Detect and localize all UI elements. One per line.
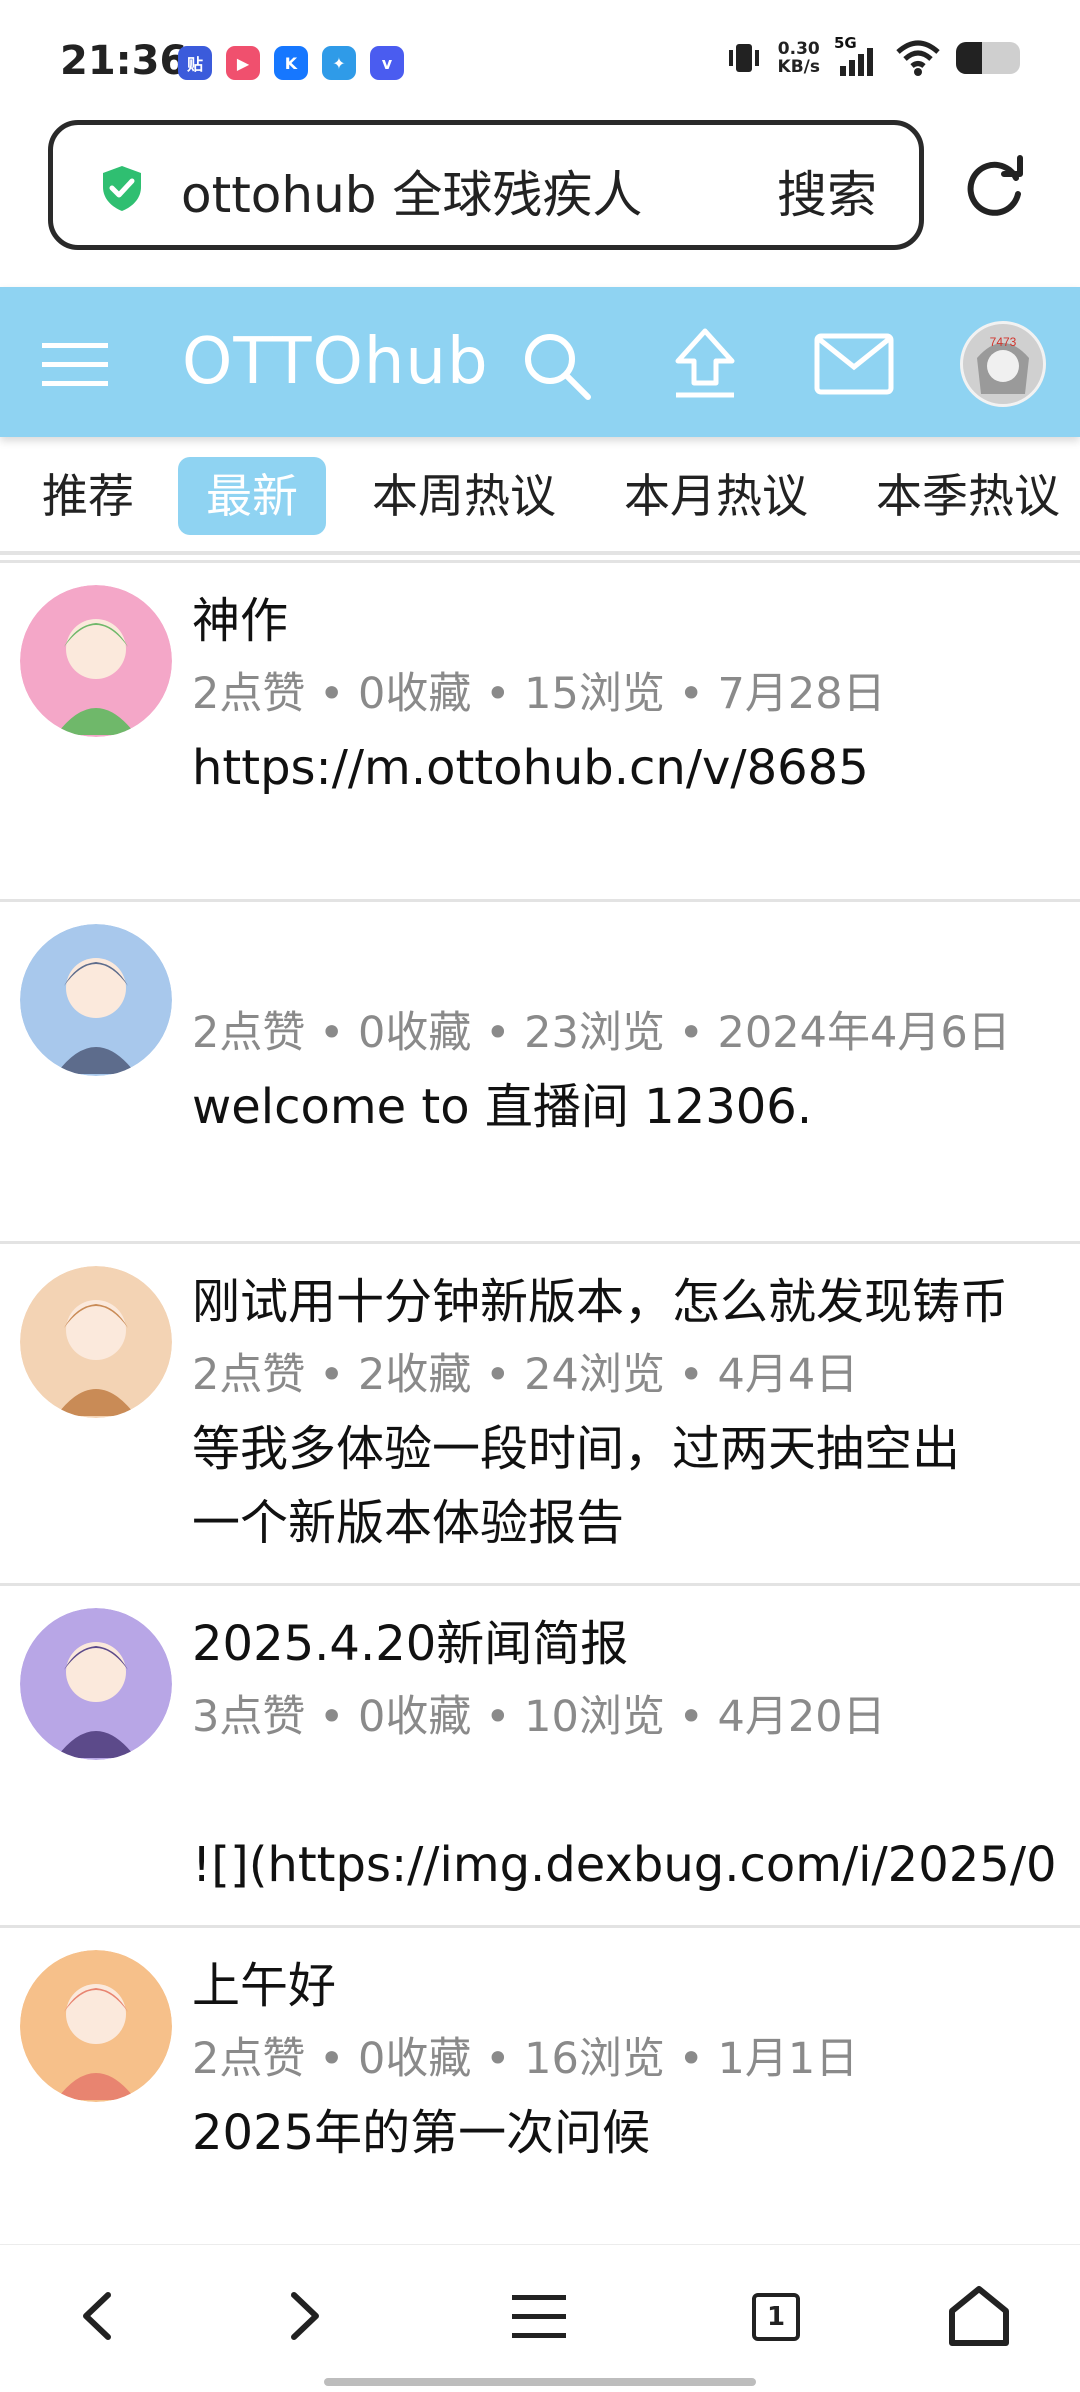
forward-icon[interactable] — [268, 2281, 338, 2351]
vivo-icon: v — [370, 46, 404, 80]
post-body: welcome to 直播间 12306. — [192, 1079, 813, 1135]
upload-icon[interactable] — [672, 327, 738, 401]
app-header: OTTOhub 7473 — [0, 287, 1080, 437]
tab-latest[interactable]: 最新 — [178, 457, 326, 535]
category-tabs: 推荐 最新 本周热议 本月热议 本季热议 — [0, 437, 1080, 555]
post-meta: 2点赞 • 2收藏 • 24浏览 • 4月4日 — [192, 1350, 859, 1400]
post-meta: 3点赞 • 0收藏 • 10浏览 • 4月20日 — [192, 1692, 886, 1742]
tab-recommend[interactable]: 推荐 — [42, 457, 134, 535]
tab-switcher-button[interactable]: 1 — [752, 2293, 800, 2341]
tab-season-hot[interactable]: 本季热议 — [876, 457, 1060, 535]
wifi-icon — [896, 40, 940, 76]
post-title: 刚试用十分钟新版本，怎么就发现铸币 — [192, 1274, 1009, 1330]
address-text[interactable]: ottohub 全球残疾人 — [181, 155, 642, 227]
svg-text:7473: 7473 — [990, 335, 1017, 349]
system-indicators: 0.30 KB/s 5G — [724, 34, 1020, 78]
address-bar[interactable]: ottohub 全球残疾人 搜索 — [48, 120, 924, 250]
list-item[interactable]: 神作 2点赞 • 0收藏 • 15浏览 • 7月28日 https://m.ot… — [0, 560, 1080, 902]
search-button[interactable]: 搜索 — [777, 155, 877, 227]
telecom-icon: ✦ — [322, 46, 356, 80]
avatar[interactable] — [20, 1950, 172, 2102]
browser-menu-icon[interactable] — [504, 2281, 574, 2351]
status-time: 21:36 — [60, 38, 188, 84]
k-app-icon: K — [274, 46, 308, 80]
post-title: 神作 — [192, 593, 289, 649]
tab-monthly-hot[interactable]: 本月热议 — [624, 457, 808, 535]
app-title: OTTOhub — [182, 325, 489, 399]
list-item[interactable]: 上午好 2点赞 • 0收藏 • 16浏览 • 1月1日 2025年的第一次问候 — [0, 1928, 1080, 2270]
avatar[interactable] — [20, 585, 172, 737]
post-body: 等我多体验一段时间，过两天抽空出 一个新版本体验报告 — [192, 1421, 961, 1551]
tab-weekly-hot[interactable]: 本周热议 — [372, 457, 556, 535]
vibrate-icon — [728, 44, 759, 72]
home-indicator[interactable] — [324, 2378, 756, 2386]
avatar[interactable] — [20, 1266, 172, 1418]
home-icon[interactable] — [944, 2281, 1014, 2351]
avatar[interactable] — [20, 924, 172, 1076]
notification-icons: 贴 ▶ K ✦ v — [178, 46, 404, 80]
mail-icon[interactable] — [814, 333, 894, 395]
secure-shield-icon — [103, 166, 141, 211]
post-body: 2025年的第一次问候 — [192, 2105, 651, 2161]
browser-bottom-nav: 1 — [0, 2244, 1080, 2392]
post-meta: 2点赞 • 0收藏 • 16浏览 • 1月1日 — [192, 2034, 859, 2084]
menu-icon[interactable] — [42, 341, 108, 389]
battery-icon — [956, 42, 1020, 74]
list-item[interactable]: 2点赞 • 0收藏 • 23浏览 • 2024年4月6日 welcome to … — [0, 902, 1080, 1244]
user-avatar[interactable]: 7473 — [960, 321, 1046, 407]
signal-icon: 5G — [834, 34, 880, 78]
reload-icon[interactable] — [960, 152, 1030, 222]
status-bar: 21:36 贴 ▶ K ✦ v 0.30 KB/s 5G — [0, 0, 1080, 120]
video-app-icon: ▶ — [226, 46, 260, 80]
search-icon[interactable] — [520, 329, 592, 401]
net-speed: 0.30 KB/s — [777, 39, 820, 77]
post-meta: 2点赞 • 0收藏 • 15浏览 • 7月28日 — [192, 669, 886, 719]
back-icon[interactable] — [64, 2281, 134, 2351]
post-feed: 神作 2点赞 • 0收藏 • 15浏览 • 7月28日 https://m.ot… — [0, 560, 1080, 2270]
list-item[interactable]: 刚试用十分钟新版本，怎么就发现铸币 2点赞 • 2收藏 • 24浏览 • 4月4… — [0, 1244, 1080, 1586]
post-body: ![](https://img.dexbug.com/i/2025/0 — [192, 1837, 1057, 1893]
tieba-icon: 贴 — [178, 46, 212, 80]
post-meta: 2点赞 • 0收藏 • 23浏览 • 2024年4月6日 — [192, 1008, 1011, 1058]
list-item[interactable]: 2025.4.20新闻简报 3点赞 • 0收藏 • 10浏览 • 4月20日 !… — [0, 1586, 1080, 1928]
post-body: https://m.ottohub.cn/v/8685 — [192, 740, 869, 796]
post-title: 上午好 — [192, 1958, 337, 2014]
avatar[interactable] — [20, 1608, 172, 1760]
post-title: 2025.4.20新闻简报 — [192, 1616, 629, 1672]
